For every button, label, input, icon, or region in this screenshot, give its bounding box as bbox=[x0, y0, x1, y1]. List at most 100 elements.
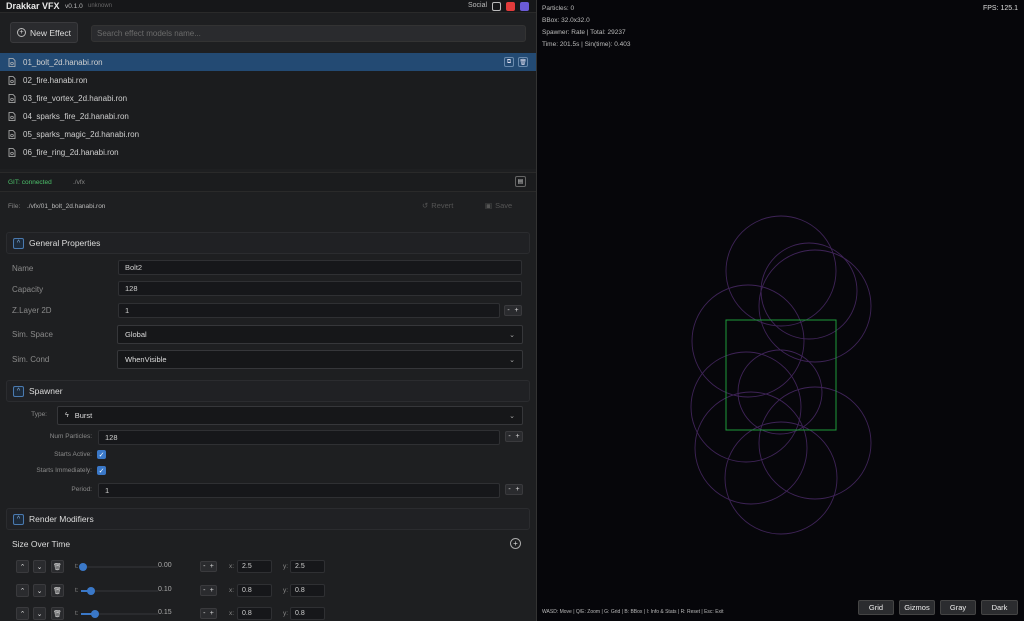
gizmos-button[interactable]: Gizmos bbox=[899, 600, 935, 615]
dark-button[interactable]: Dark bbox=[981, 600, 1018, 615]
plus-icon[interactable]: + bbox=[210, 563, 214, 570]
name-field[interactable]: Bolt2 bbox=[118, 260, 522, 275]
starts-immediately-checkbox[interactable]: ✓ bbox=[97, 466, 106, 475]
minus-icon[interactable]: - bbox=[203, 587, 205, 594]
num-particles-label: Num Particles: bbox=[49, 433, 92, 440]
grid-button[interactable]: Grid bbox=[858, 600, 894, 615]
t-slider-handle[interactable] bbox=[90, 610, 99, 618]
list-item[interactable]: 01_bolt_2d.hanabi.ron ⧉ 🗑 bbox=[0, 53, 536, 71]
open-folder-icon[interactable]: ▤ bbox=[515, 176, 526, 187]
x-field[interactable]: 2.5 bbox=[237, 560, 272, 573]
chevron-up-icon[interactable]: ^ bbox=[13, 513, 24, 525]
trash-icon[interactable]: 🗑 bbox=[51, 560, 64, 573]
new-effect-button[interactable]: + New Effect bbox=[10, 22, 78, 43]
particle-ring bbox=[694, 391, 808, 505]
list-item[interactable]: 05_sparks_magic_2d.hanabi.ron bbox=[0, 125, 536, 143]
plus-icon[interactable]: + bbox=[516, 486, 520, 493]
trash-icon[interactable]: 🗑 bbox=[518, 57, 528, 67]
youtube-icon[interactable] bbox=[506, 2, 515, 11]
keyframe-stepper[interactable]: - + bbox=[200, 608, 217, 619]
simcond-row: Sim. Cond WhenVisible ⌄ bbox=[6, 348, 530, 369]
file-icon bbox=[8, 57, 16, 67]
plus-icon[interactable]: + bbox=[515, 307, 519, 314]
minus-icon[interactable]: - bbox=[507, 307, 509, 314]
revert-button[interactable]: ↺ Revert bbox=[422, 201, 453, 210]
git-status: GIT: connected bbox=[8, 179, 52, 186]
t-slider-handle[interactable] bbox=[86, 587, 95, 595]
num-particles-field[interactable]: 128 bbox=[98, 430, 500, 445]
add-keyframe-button[interactable]: + bbox=[510, 538, 521, 549]
zlayer-stepper[interactable]: - + bbox=[504, 305, 522, 316]
t-value: 0.10 bbox=[158, 586, 172, 593]
plus-icon[interactable]: + bbox=[210, 587, 214, 594]
capacity-label: Capacity bbox=[12, 285, 44, 294]
list-item[interactable]: 04_sparks_fire_2d.hanabi.ron bbox=[0, 107, 536, 125]
particle-ring bbox=[725, 215, 837, 327]
minus-icon[interactable]: - bbox=[508, 433, 510, 440]
y-field[interactable]: 0.8 bbox=[290, 607, 325, 620]
capacity-field[interactable]: 128 bbox=[118, 281, 522, 296]
period-stepper[interactable]: - + bbox=[505, 484, 523, 495]
simcond-select[interactable]: WhenVisible ⌄ bbox=[117, 350, 523, 369]
zlayer-field[interactable]: 1 bbox=[118, 303, 500, 318]
move-up-icon[interactable]: ⌃ bbox=[16, 607, 29, 620]
starts-active-checkbox[interactable]: ✓ bbox=[97, 450, 106, 459]
t-slider-handle[interactable] bbox=[79, 563, 87, 571]
github-icon[interactable] bbox=[492, 2, 501, 11]
list-item[interactable]: 06_fire_ring_2d.hanabi.ron bbox=[0, 143, 536, 161]
file-icon bbox=[8, 75, 16, 85]
move-down-icon[interactable]: ⌄ bbox=[33, 607, 46, 620]
simspace-select[interactable]: Global ⌄ bbox=[117, 325, 523, 344]
social-label: Social bbox=[468, 2, 488, 9]
file-icon bbox=[8, 129, 16, 139]
y-field[interactable]: 0.8 bbox=[290, 584, 325, 597]
name-row: Name Bolt2 bbox=[6, 258, 530, 278]
copy-icon[interactable]: ⧉ bbox=[504, 57, 514, 67]
minus-icon[interactable]: - bbox=[508, 486, 510, 493]
zlayer-label: Z.Layer 2D bbox=[12, 306, 52, 315]
revert-label: Revert bbox=[431, 201, 454, 210]
gray-button[interactable]: Gray bbox=[940, 600, 976, 615]
x-field[interactable]: 0.8 bbox=[237, 607, 272, 620]
minus-icon[interactable]: - bbox=[203, 610, 205, 617]
starts-immediately-label: Starts Immediately: bbox=[36, 467, 92, 474]
plus-circle-icon: + bbox=[17, 28, 27, 37]
particle-ring bbox=[691, 284, 805, 398]
move-down-icon[interactable]: ⌄ bbox=[33, 560, 46, 573]
plus-icon[interactable]: + bbox=[210, 610, 214, 617]
zlayer-row: Z.Layer 2D 1 - + bbox=[6, 300, 530, 320]
keyframe-stepper[interactable]: - + bbox=[200, 585, 217, 596]
move-down-icon[interactable]: ⌄ bbox=[33, 584, 46, 597]
chevron-up-icon[interactable]: ^ bbox=[13, 237, 24, 249]
file-icon bbox=[8, 147, 16, 157]
file-icon bbox=[8, 93, 16, 103]
chevron-up-icon[interactable]: ^ bbox=[13, 385, 24, 397]
general-properties-header[interactable]: ^ General Properties bbox=[6, 232, 530, 254]
period-field[interactable]: 1 bbox=[98, 483, 500, 498]
keyframe-stepper[interactable]: - + bbox=[200, 561, 217, 572]
discord-icon[interactable] bbox=[520, 2, 529, 11]
list-item[interactable]: 03_fire_vortex_2d.hanabi.ron bbox=[0, 89, 536, 107]
num-particles-stepper[interactable]: - + bbox=[505, 431, 523, 442]
save-button[interactable]: ▣ Save bbox=[485, 201, 512, 210]
spawner-header[interactable]: ^ Spawner bbox=[6, 380, 530, 402]
move-up-icon[interactable]: ⌃ bbox=[16, 584, 29, 597]
move-up-icon[interactable]: ⌃ bbox=[16, 560, 29, 573]
plus-icon[interactable]: + bbox=[516, 433, 520, 440]
type-label: Type: bbox=[31, 411, 47, 418]
y-field[interactable]: 2.5 bbox=[290, 560, 325, 573]
preview-viewport[interactable]: Particles: 0 BBox: 32.0x32.0 Spawner: Ra… bbox=[537, 0, 1024, 621]
render-modifiers-header[interactable]: ^ Render Modifiers bbox=[6, 508, 530, 530]
t-value: 0.15 bbox=[158, 609, 172, 616]
chevron-down-icon: ⌄ bbox=[509, 413, 515, 420]
minus-icon[interactable]: - bbox=[203, 563, 205, 570]
trash-icon[interactable]: 🗑 bbox=[51, 584, 64, 597]
search-input[interactable] bbox=[91, 25, 526, 42]
t-slider-track[interactable] bbox=[81, 566, 158, 568]
list-item[interactable]: 02_fire.hanabi.ron bbox=[0, 71, 536, 89]
keyframe-row: ⌃ ⌄ 🗑 t: 0.10 - + x: 0.8 y: 0.8 bbox=[0, 582, 536, 600]
x-label: x: bbox=[229, 610, 235, 617]
x-field[interactable]: 0.8 bbox=[237, 584, 272, 597]
spawner-type-select[interactable]: ϟ Burst ⌄ bbox=[57, 406, 523, 425]
trash-icon[interactable]: 🗑 bbox=[51, 607, 64, 620]
